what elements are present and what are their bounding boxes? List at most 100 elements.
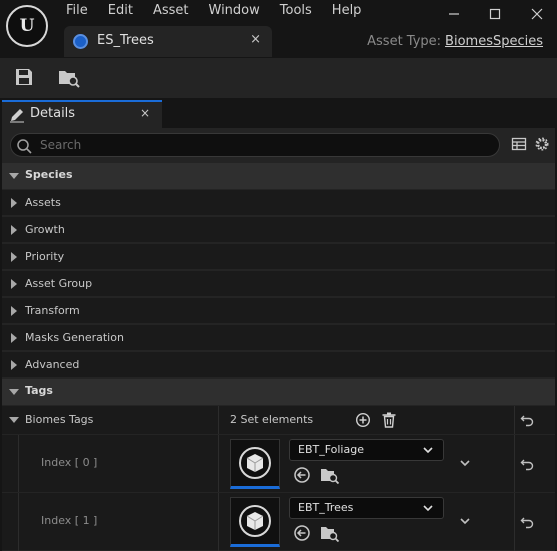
expand-arrow-icon — [11, 279, 17, 289]
category-species-label: Species — [25, 168, 73, 181]
indent-guide — [18, 435, 19, 493]
collapse-arrow-icon — [9, 173, 19, 179]
close-window-button[interactable] — [517, 3, 557, 25]
category-species[interactable]: Species — [2, 163, 555, 189]
gear-icon[interactable] — [534, 136, 550, 152]
search-icon — [17, 139, 32, 154]
property-transform[interactable]: Transform — [2, 298, 555, 324]
menu-window[interactable]: Window — [199, 2, 270, 20]
reset-icon[interactable] — [520, 515, 534, 529]
collapse-arrow-icon[interactable] — [9, 417, 19, 423]
asset-tab-icon — [73, 34, 88, 49]
folder-search-icon — [59, 71, 80, 88]
property-label: Masks Generation — [25, 331, 124, 344]
details-tab-label: Details — [30, 106, 76, 121]
menu-help[interactable]: Help — [322, 2, 372, 20]
asset-picker-combo[interactable]: EBT_Trees — [289, 497, 444, 519]
category-tags-label: Tags — [25, 384, 53, 397]
use-selected-icon[interactable] — [293, 524, 311, 542]
minimize-icon — [449, 13, 459, 15]
unreal-logo[interactable]: U — [6, 5, 48, 47]
property-label: Priority — [25, 250, 65, 263]
browse-asset-icon[interactable] — [320, 524, 340, 542]
asset-thumbnail[interactable] — [230, 439, 280, 489]
browse-asset-icon[interactable] — [320, 466, 340, 484]
column-divider — [514, 493, 515, 551]
maximize-button[interactable] — [475, 3, 515, 25]
property-label: Transform — [25, 304, 80, 317]
browse-button[interactable] — [57, 66, 81, 90]
title-bar: U File Edit Asset Window Tools Help ES_T… — [0, 0, 557, 58]
asset-picker-value: EBT_Trees — [298, 501, 354, 514]
property-asset-group[interactable]: Asset Group — [2, 271, 555, 297]
biomes-tags-row: Biomes Tags 2 Set elements — [2, 406, 555, 434]
maximize-icon — [489, 8, 501, 20]
column-divider — [514, 406, 515, 434]
property-label: Growth — [25, 223, 65, 236]
tag-element-row: Index [ 0 ] EBT_Foliage — [2, 434, 555, 493]
pencil-icon — [10, 109, 24, 123]
minimize-button[interactable] — [434, 3, 474, 25]
cube-icon — [239, 505, 271, 537]
add-element-icon[interactable] — [355, 412, 371, 428]
asset-tab[interactable]: ES_Trees × — [64, 26, 272, 57]
search-input[interactable]: Search — [10, 133, 500, 157]
property-growth[interactable]: Growth — [2, 217, 555, 243]
asset-type-label: Asset Type: — [367, 34, 442, 49]
asset-thumbnail[interactable] — [230, 497, 280, 547]
save-button[interactable] — [13, 66, 37, 90]
details-tab-bar: Details × — [0, 98, 557, 128]
trash-icon[interactable] — [381, 411, 397, 429]
biomes-tags-label: Biomes Tags — [25, 413, 94, 426]
chevron-down-icon[interactable] — [459, 457, 471, 469]
details-tab[interactable]: Details × — [2, 100, 162, 128]
property-advanced[interactable]: Advanced — [2, 352, 555, 378]
collapse-arrow-icon — [9, 389, 19, 395]
close-icon — [531, 8, 543, 20]
expand-arrow-icon — [11, 225, 17, 235]
property-assets[interactable]: Assets — [2, 190, 555, 216]
column-divider — [218, 493, 219, 551]
asset-picker-combo[interactable]: EBT_Foliage — [289, 439, 444, 461]
property-label: Asset Group — [25, 277, 93, 290]
reset-icon[interactable] — [520, 413, 534, 427]
asset-tab-label: ES_Trees — [97, 33, 154, 48]
search-placeholder: Search — [40, 138, 82, 152]
element-index: Index [ 1 ] — [41, 514, 98, 527]
category-tags[interactable]: Tags — [2, 379, 555, 405]
property-label: Assets — [25, 196, 61, 209]
expand-arrow-icon — [11, 306, 17, 316]
menu-bar: File Edit Asset Window Tools Help — [56, 2, 371, 20]
details-close-icon[interactable]: × — [140, 106, 150, 120]
save-icon — [16, 69, 32, 85]
chevron-down-icon — [423, 505, 433, 512]
set-elements-count: 2 Set elements — [230, 413, 314, 426]
toolbar — [0, 58, 557, 98]
menu-edit[interactable]: Edit — [98, 2, 143, 20]
indent-guide — [18, 493, 19, 551]
menu-tools[interactable]: Tools — [270, 2, 322, 20]
menu-asset[interactable]: Asset — [143, 2, 199, 20]
tab-close-icon[interactable]: × — [250, 32, 261, 47]
details-panel: Search Species Assets Growth Priority As… — [2, 128, 555, 551]
search-row: Search — [2, 128, 555, 162]
expand-arrow-icon — [11, 252, 17, 262]
asset-type-link[interactable]: BiomesSpecies — [445, 34, 543, 49]
chevron-down-icon — [423, 447, 433, 454]
expand-arrow-icon — [11, 198, 17, 208]
asset-picker-value: EBT_Foliage — [298, 443, 364, 456]
column-divider — [218, 406, 219, 434]
expand-arrow-icon — [11, 333, 17, 343]
element-index: Index [ 0 ] — [41, 456, 98, 469]
property-masks-generation[interactable]: Masks Generation — [2, 325, 555, 351]
property-priority[interactable]: Priority — [2, 244, 555, 270]
use-selected-icon[interactable] — [293, 466, 311, 484]
menu-file[interactable]: File — [56, 2, 98, 20]
property-label: Advanced — [25, 358, 80, 371]
table-view-icon[interactable] — [511, 136, 527, 152]
column-divider — [218, 435, 219, 493]
reset-icon[interactable] — [520, 457, 534, 471]
chevron-down-icon[interactable] — [459, 515, 471, 527]
expand-arrow-icon — [11, 360, 17, 370]
tag-element-row: Index [ 1 ] EBT_Trees — [2, 492, 555, 551]
